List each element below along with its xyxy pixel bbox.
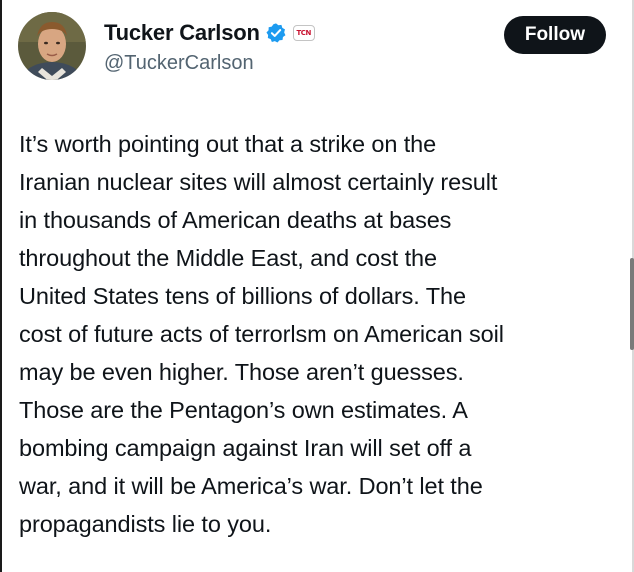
verified-badge-icon[interactable] [265,22,287,44]
author-handle[interactable]: @TuckerCarlson [104,52,315,75]
tweet-line: Iranian nuclear sites will almost certai… [19,169,498,195]
affiliate-badge-icon[interactable]: TCN [292,25,315,41]
tweet-line: throughout the Middle East, and cost the [19,245,437,271]
tweet-line: Those are the Pentagon’s own estimates. … [19,397,468,423]
tweet-line: cost of future acts of terrorlsm on Amer… [19,321,504,347]
tweet-line: in thousands of American deaths at bases [19,207,452,233]
author-display-name[interactable]: Tucker Carlson [104,20,260,46]
tweet-text: It’s worth pointing out that a strike on… [19,125,625,543]
avatar[interactable] [18,12,86,80]
tweet-line: war, and it will be America’s war. Don’t… [19,473,483,499]
tweet-line: bombing campaign against Iran will set o… [19,435,472,461]
name-row: Tucker Carlson TCN [104,18,315,48]
left-frame-edge [0,0,2,572]
tweet-header: Tucker Carlson TCN @TuckerCarlson Follow [18,12,610,84]
tweet-line: propagandists lie to you. [19,511,272,537]
tweet-line: It’s worth pointing out that a strike on… [19,131,437,157]
avatar-image [18,12,86,80]
follow-button[interactable]: Follow [503,16,606,54]
scrollbar-thumb[interactable] [630,258,634,350]
affiliate-badge-text: TCN [296,29,312,37]
tweet-line: United States tens of billions of dollar… [19,283,466,309]
author-info: Tucker Carlson TCN @TuckerCarlson [104,18,315,75]
tweet-line: may be even higher. Those aren’t guesses… [19,359,464,385]
